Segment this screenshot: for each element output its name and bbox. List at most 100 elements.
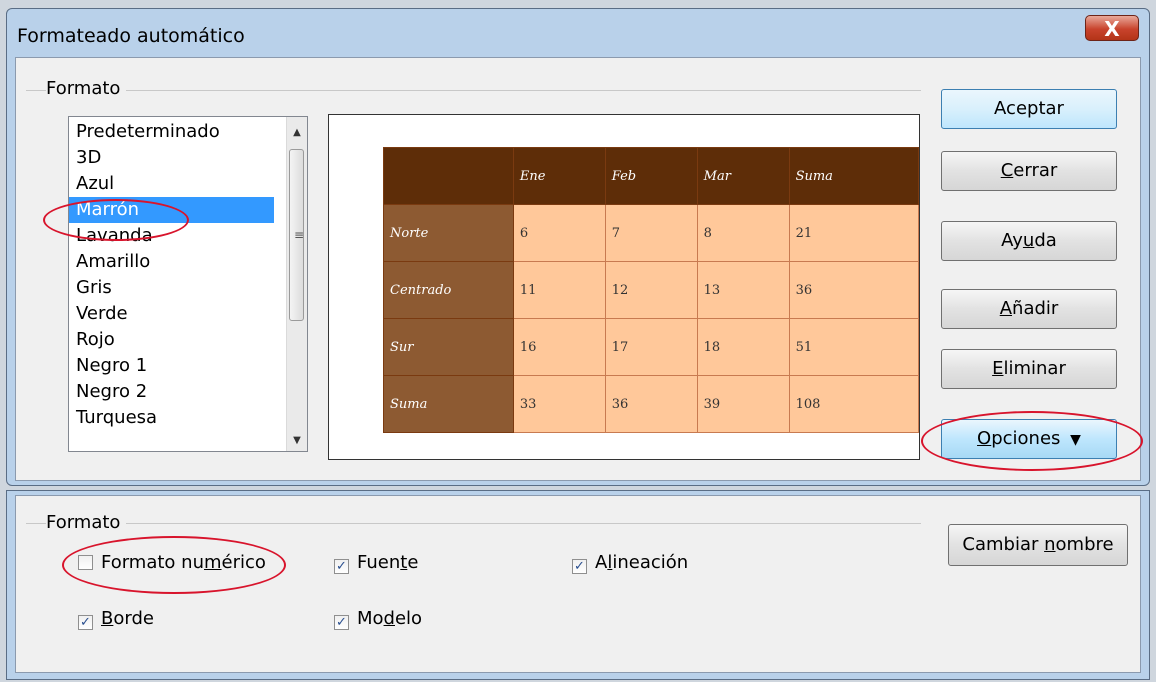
- format-list-item[interactable]: Negro 2: [69, 379, 274, 405]
- preview-cell: 16: [512, 318, 606, 376]
- preview-header-cell: [383, 147, 514, 205]
- help-button[interactable]: Ayuda: [941, 221, 1117, 261]
- preview-row: Centrado 11 12 13 36: [383, 261, 920, 319]
- preview-cell: 13: [696, 261, 790, 319]
- rename-button[interactable]: Cambiar nombre: [948, 524, 1128, 566]
- dialog-title: Formateado automático: [17, 25, 245, 47]
- format-group-label: Formato: [46, 78, 127, 99]
- model-mnemonic: d: [383, 608, 395, 629]
- preview-row-header: Centrado: [383, 261, 514, 319]
- format-list-item[interactable]: Lavanda: [69, 223, 274, 249]
- accept-button[interactable]: Aceptar: [941, 89, 1117, 129]
- format-list-item[interactable]: Negro 1: [69, 353, 274, 379]
- format-list-item[interactable]: Predeterminado: [69, 119, 274, 145]
- add-button[interactable]: Añadir: [941, 289, 1117, 329]
- options-panel: Formato Formato numérico ✓ Fuente ✓ Alinea…: [6, 490, 1150, 680]
- delete-label-post: liminar: [1003, 358, 1066, 379]
- alignment-label-pre: A: [595, 552, 608, 573]
- font-label-pre: Fuen: [357, 552, 401, 573]
- preview-row-header: Suma: [383, 375, 514, 433]
- format-list-item[interactable]: Rojo: [69, 327, 274, 353]
- options-button[interactable]: Opciones ▼: [941, 419, 1117, 459]
- preview-row-header: Norte: [383, 204, 514, 262]
- help-label-mnemonic: u: [1022, 230, 1035, 251]
- preview-cell: 7: [604, 204, 698, 262]
- preview-header-cell: Ene: [512, 147, 606, 205]
- preview-header-cell: Feb: [604, 147, 698, 205]
- format-list-item[interactable]: 3D: [69, 145, 274, 171]
- grip-icon: ≡: [294, 228, 305, 242]
- format-list-item[interactable]: Azul: [69, 171, 274, 197]
- format-listbox[interactable]: Predeterminado 3D Azul Marrón Lavanda Amarill…: [68, 116, 308, 452]
- help-label-post: da: [1034, 230, 1057, 251]
- scroll-up-icon[interactable]: ▲: [287, 123, 307, 143]
- close-button[interactable]: Cerrar: [941, 151, 1117, 191]
- delete-label-mnemonic: E: [992, 358, 1004, 379]
- alignment-checkbox[interactable]: ✓ Alineación: [572, 552, 688, 574]
- alignment-label-post: ineación: [612, 552, 689, 573]
- accept-label: Aceptar: [994, 98, 1064, 119]
- preview-cell: 11: [512, 261, 606, 319]
- checkbox-checked-icon: ✓: [572, 559, 587, 574]
- number-format-checkbox[interactable]: Formato numérico: [78, 552, 266, 573]
- scroll-down-icon[interactable]: ▼: [287, 431, 307, 451]
- preview-cell: 36: [604, 375, 698, 433]
- preview-row-header: Sur: [383, 318, 514, 376]
- border-checkbox[interactable]: ✓ Borde: [78, 608, 154, 630]
- close-window-button[interactable]: X: [1085, 15, 1139, 41]
- preview-cell: 39: [696, 375, 790, 433]
- options-group-divider: [26, 523, 921, 524]
- add-label-mnemonic: A: [999, 298, 1013, 319]
- add-label-post: ñadir: [1012, 298, 1059, 319]
- format-list-item[interactable]: Gris: [69, 275, 274, 301]
- delete-button[interactable]: Eliminar: [941, 349, 1117, 389]
- format-list-item[interactable]: Amarillo: [69, 249, 274, 275]
- close-label-post: errar: [1013, 160, 1058, 181]
- model-checkbox[interactable]: ✓ Modelo: [334, 608, 422, 630]
- options-label-post: pciones: [991, 428, 1061, 449]
- preview-cell: 6: [512, 204, 606, 262]
- border-label-post: orde: [113, 608, 154, 629]
- scroll-thumb[interactable]: ≡: [289, 149, 304, 321]
- number-format-label-pre: Formato nu: [101, 552, 204, 573]
- number-format-mnemonic: m: [203, 552, 222, 573]
- preview-row: Norte 6 7 8 21: [383, 204, 920, 262]
- preview-cell: 12: [604, 261, 698, 319]
- preview-cell: 8: [696, 204, 790, 262]
- close-label-mnemonic: C: [1000, 160, 1014, 181]
- rename-label-post: ombre: [1055, 534, 1114, 555]
- preview-cell: 36: [788, 261, 920, 319]
- preview-header-row: Ene Feb Mar Suma: [383, 147, 920, 205]
- preview-cell: 18: [696, 318, 790, 376]
- preview-header-cell: Suma: [788, 147, 920, 205]
- rename-label-mnemonic: n: [1044, 534, 1056, 555]
- double-chevron-down-icon: ▼: [1070, 432, 1081, 448]
- model-label-pre: Mo: [357, 608, 384, 629]
- format-group-divider: [26, 90, 921, 91]
- border-mnemonic: B: [101, 608, 114, 629]
- rename-label-pre: Cambiar: [962, 534, 1045, 555]
- preview-panel: Ene Feb Mar Suma Norte 6 7 8 21 Centrado 11 12 13 36…: [328, 114, 920, 460]
- font-checkbox[interactable]: ✓ Fuente: [334, 552, 418, 574]
- preview-cell: 51: [788, 318, 920, 376]
- preview-row: Sur 16 17 18 51: [383, 318, 920, 376]
- options-group-label: Formato: [46, 512, 127, 533]
- preview-header-cell: Mar: [696, 147, 790, 205]
- options-client-area: Formato Formato numérico ✓ Fuente ✓ Alinea…: [15, 495, 1141, 673]
- preview-cell: 33: [512, 375, 606, 433]
- preview-cell: 17: [604, 318, 698, 376]
- checkbox-unchecked-icon: [78, 555, 93, 570]
- checkbox-checked-icon: ✓: [334, 615, 349, 630]
- list-scrollbar[interactable]: ▲ ≡ ▼: [286, 117, 307, 451]
- title-bar: Formateado automático X: [7, 9, 1149, 49]
- preview-table: Ene Feb Mar Suma Norte 6 7 8 21 Centrado 11 12 13 36…: [383, 147, 920, 433]
- format-list-item[interactable]: Turquesa: [69, 405, 274, 431]
- format-list-item[interactable]: Verde: [69, 301, 274, 327]
- help-label-pre: Ay: [1001, 230, 1023, 251]
- checkbox-checked-icon: ✓: [334, 559, 349, 574]
- preview-cell: 21: [788, 204, 920, 262]
- options-label-mnemonic: O: [977, 428, 992, 449]
- close-icon: X: [1104, 17, 1120, 41]
- format-list-item[interactable]: Marrón: [69, 197, 274, 223]
- autoformat-dialog: Formateado automático X Formato Predeter…: [6, 8, 1150, 486]
